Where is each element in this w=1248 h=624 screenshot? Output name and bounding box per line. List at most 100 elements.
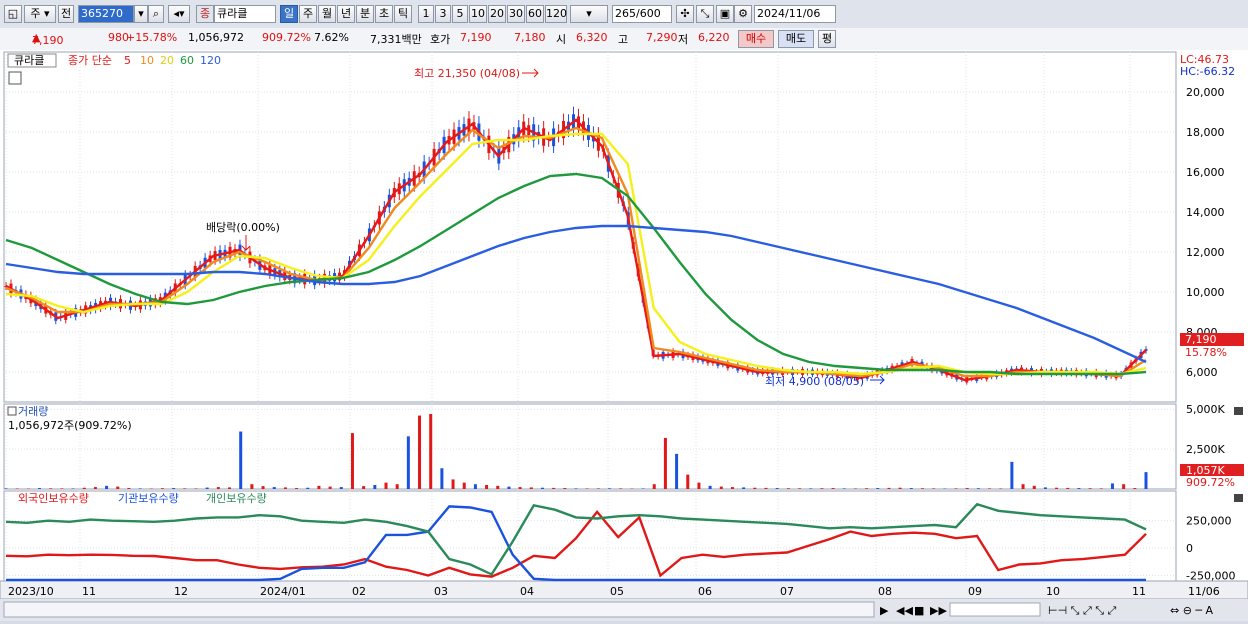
ma-5: 5 (124, 54, 131, 67)
x-tick: 09 (968, 585, 982, 598)
foreign-holding-label: 외국인보유수량 (18, 492, 89, 505)
volume-bar (686, 475, 689, 489)
price-y-tick: 6,000 (1186, 366, 1218, 379)
interval-button[interactable]: 60 (526, 5, 544, 23)
interval-button[interactable]: 10 (469, 5, 487, 23)
volume-bar (519, 487, 522, 489)
x-tick: 2023/10 (8, 585, 54, 598)
period-button[interactable]: 분 (356, 5, 374, 23)
volume-bar (217, 487, 220, 489)
volume-bar (195, 488, 198, 489)
hc-label: HC:-66.32 (1180, 65, 1235, 78)
interval-button[interactable]: 20 (488, 5, 506, 23)
interval-dropdown[interactable]: ▾ (570, 5, 608, 23)
interval-button[interactable]: 1 (418, 5, 434, 23)
date-field[interactable]: 2024/11/06 (754, 5, 836, 23)
volume-bar (586, 488, 589, 489)
volume-bar (563, 488, 566, 489)
period-button[interactable]: 주 (299, 5, 317, 23)
chart-area: 20,00018,00016,00014,00012,00010,0008,00… (0, 50, 1248, 621)
volume-close-icon[interactable] (1234, 407, 1243, 415)
zoom-slider[interactable] (950, 603, 1040, 616)
tool-diagonal-icon[interactable]: ⤡ (696, 5, 714, 23)
low-annotation: 최저 4,900 (08/05) (765, 375, 864, 388)
rewind-icon[interactable]: ◀◀ (896, 604, 913, 617)
period-button[interactable]: 일 (280, 5, 298, 23)
sell-button[interactable]: 매도 (778, 30, 814, 48)
volume-bar (5, 488, 8, 489)
volume-bar (418, 416, 421, 489)
scroll-controls[interactable]: ▶ ◀◀ ■ ▶▶ ⊢⊣ ⤡ ⤢ ⤡ ⤢ ⇔ ⊖ ─ A (4, 602, 1214, 617)
volume-bar (988, 488, 991, 489)
volume-bar (1033, 486, 1036, 489)
scroll-track[interactable] (4, 602, 874, 617)
volume-bar (887, 488, 890, 489)
volume-bar (865, 488, 868, 489)
volume-bar (910, 488, 913, 489)
period-type-select[interactable]: 주 ▾ (24, 5, 56, 23)
volume-bar (139, 488, 142, 489)
buy-button[interactable]: 매수 (738, 30, 774, 48)
x-tick: 2024/01 (260, 585, 306, 598)
chart-svg: 20,00018,00016,00014,00012,00010,0008,00… (0, 50, 1248, 621)
tool-crosshair-icon[interactable]: ✣ (676, 5, 694, 23)
volume-bar (742, 487, 745, 489)
volume-bar (753, 488, 756, 489)
interval-button[interactable]: 3 (435, 5, 451, 23)
period-button[interactable]: 월 (318, 5, 336, 23)
volume-bar (1055, 488, 1058, 489)
calendar-icon[interactable] (9, 72, 21, 84)
volume-bar (295, 488, 298, 489)
dividend-annotation: 배당락(0.00%) (206, 221, 280, 234)
x-tick: 11/06 (1188, 585, 1220, 598)
volume-bar (966, 488, 969, 489)
price-y-tick: 18,000 (1186, 126, 1225, 139)
volume-bar (809, 488, 812, 489)
volume-bar (1133, 488, 1136, 489)
volume-bar (675, 454, 678, 489)
play-icon[interactable]: ▶ (880, 604, 889, 617)
sound-icon[interactable]: ◂▾ (168, 5, 190, 23)
eval-button[interactable]: 평 (818, 30, 836, 48)
chevron-down-icon[interactable]: ▾ (134, 5, 148, 23)
count-field[interactable]: 265/600 (612, 5, 672, 23)
period-button[interactable]: 초 (375, 5, 393, 23)
interval-button[interactable]: 5 (452, 5, 468, 23)
settings-tools-icon[interactable]: ⇔ ⊖ ─ A (1170, 604, 1214, 617)
zoom-tools-icon[interactable]: ⊢⊣ ⤡ ⤢ ⤡ ⤢ (1048, 604, 1117, 617)
volume-bar (161, 488, 164, 489)
volume-bar (1145, 472, 1148, 489)
indiv-holding-label: 개인보유수량 (206, 492, 267, 505)
x-tick: 04 (520, 585, 534, 598)
save-icon[interactable]: ▣ (716, 5, 734, 23)
volume-value: 1,056,972주(909.72%) (8, 419, 132, 432)
search-icon[interactable]: ⌕ (148, 5, 164, 23)
stock-code-input[interactable]: 365270 (78, 5, 134, 23)
gear-icon[interactable]: ⚙ (734, 5, 752, 23)
volume-bar (1122, 484, 1125, 489)
window-menu-icon[interactable]: ◱ (4, 5, 22, 23)
volume-bar (250, 484, 253, 489)
x-tick: 07 (780, 585, 794, 598)
current-price-label: 7,190 (1185, 333, 1217, 346)
volume-bar (262, 486, 265, 489)
period-button[interactable]: 년 (337, 5, 355, 23)
x-tick: 03 (434, 585, 448, 598)
current-price: 7,190 ▲ (32, 31, 40, 44)
stop-icon[interactable]: ■ (914, 604, 924, 617)
prev-button[interactable]: 전 (58, 5, 74, 23)
interval-button[interactable]: 120 (545, 5, 567, 23)
holding-close-icon[interactable] (1234, 494, 1243, 502)
forward-icon[interactable]: ▶▶ (930, 604, 947, 617)
interval-button[interactable]: 30 (507, 5, 525, 23)
volume-bar (306, 488, 309, 489)
bid-label: 호가 (430, 31, 450, 47)
price-y-tick: 20,000 (1186, 86, 1225, 99)
volume-bar (843, 488, 846, 489)
volume-bar (385, 483, 388, 489)
volume-bar (575, 488, 578, 489)
change-pct: +15.78% (126, 31, 177, 44)
low-value: 6,220 (698, 31, 730, 44)
stock-name-field[interactable]: 큐라클 (214, 5, 276, 23)
period-button[interactable]: 틱 (394, 5, 412, 23)
